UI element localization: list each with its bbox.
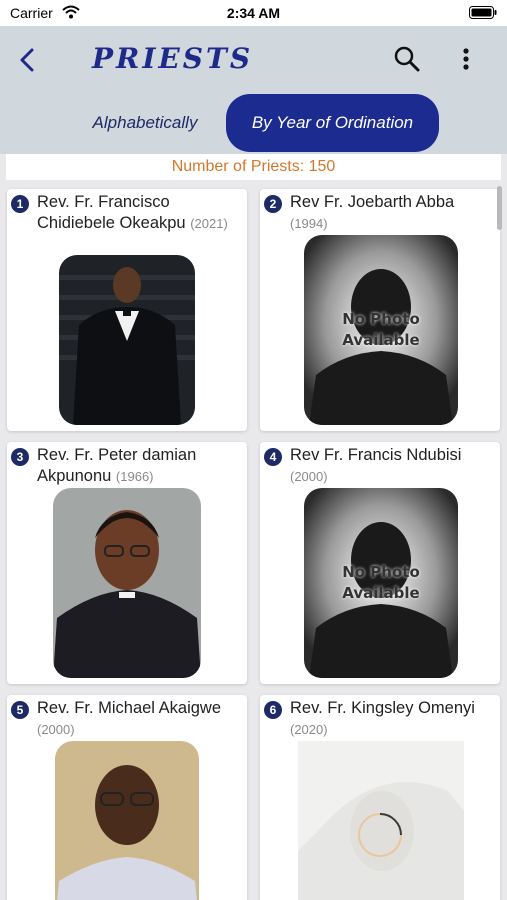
priest-name-text: Rev. Fr. Francisco Chidiebele Okeakpu: [37, 193, 186, 232]
priest-name-text: Rev. Fr. Kingsley Omenyi: [290, 699, 475, 717]
priest-card[interactable]: 2 Rev Fr. Joebarth Abba (1994) No Photo …: [260, 189, 500, 431]
scrollbar[interactable]: [497, 186, 502, 230]
search-icon[interactable]: [392, 44, 422, 74]
priest-name: Rev. Fr. Kingsley Omenyi (2020): [290, 698, 495, 740]
tab-alphabetically[interactable]: Alphabetically: [70, 94, 220, 152]
page-title: PRIESTS: [92, 42, 254, 75]
ordination-year: (2000): [37, 722, 75, 737]
priest-card[interactable]: 1 Rev. Fr. Francisco Chidiebele Okeakpu …: [7, 189, 247, 431]
priest-number-badge: 1: [11, 195, 29, 213]
ordination-year: (2021): [190, 216, 228, 231]
more-options-icon[interactable]: [454, 44, 478, 74]
priest-name-text: Rev Fr. Francis Ndubisi: [290, 446, 462, 464]
priest-name: Rev. Fr. Michael Akaigwe (2000): [37, 698, 242, 740]
priest-count-banner: Number of Priests: 150: [6, 154, 501, 180]
priest-number-badge: 2: [264, 195, 282, 213]
ordination-year: (2020): [290, 722, 328, 737]
priest-name: Rev Fr. Joebarth Abba (1994): [290, 192, 495, 234]
priest-name: Rev. Fr. Peter damian Akpunonu (1966): [37, 445, 242, 487]
status-bar: Carrier 2:34 AM: [0, 0, 507, 26]
ordination-year: (2000): [290, 469, 328, 484]
priest-number-badge: 5: [11, 701, 29, 719]
no-photo-line2: Available: [342, 331, 420, 349]
priest-card[interactable]: 5 Rev. Fr. Michael Akaigwe (2000): [7, 695, 247, 900]
priest-photo: [53, 488, 201, 678]
priest-number-badge: 6: [264, 701, 282, 719]
no-photo-line2: Available: [342, 584, 420, 602]
priest-number-badge: 4: [264, 448, 282, 466]
app-header: PRIESTS Alphabetically By Year of Ordina…: [0, 26, 507, 154]
tab-by-year-of-ordination[interactable]: By Year of Ordination: [226, 94, 439, 152]
no-photo-line1: No Photo: [342, 563, 420, 581]
ordination-year: (1994): [290, 216, 328, 231]
priest-name-text: Rev. Fr. Michael Akaigwe: [37, 699, 222, 717]
priest-name: Rev. Fr. Francisco Chidiebele Okeakpu (2…: [37, 192, 242, 234]
back-arrow-icon[interactable]: [12, 42, 44, 78]
priest-name-text: Rev Fr. Joebarth Abba: [290, 193, 455, 211]
priest-name: Rev Fr. Francis Ndubisi (2000): [290, 445, 495, 487]
priest-card[interactable]: 4 Rev Fr. Francis Ndubisi (2000) No Phot…: [260, 442, 500, 684]
priest-photo: [59, 255, 195, 425]
priest-card[interactable]: 3 Rev. Fr. Peter damian Akpunonu (1966): [7, 442, 247, 684]
status-time: 2:34 AM: [226, 5, 281, 21]
priest-number-badge: 3: [11, 448, 29, 466]
no-photo-text: No Photo Available: [304, 562, 458, 604]
battery-icon: [469, 6, 497, 19]
priest-photo: [55, 741, 199, 900]
ordination-year: (1966): [115, 469, 154, 484]
priest-card[interactable]: 6 Rev. Fr. Kingsley Omenyi (2020): [260, 695, 500, 900]
loading-spinner-icon: [358, 813, 402, 857]
no-photo-line1: No Photo: [342, 310, 420, 328]
no-photo-text: No Photo Available: [304, 309, 458, 351]
